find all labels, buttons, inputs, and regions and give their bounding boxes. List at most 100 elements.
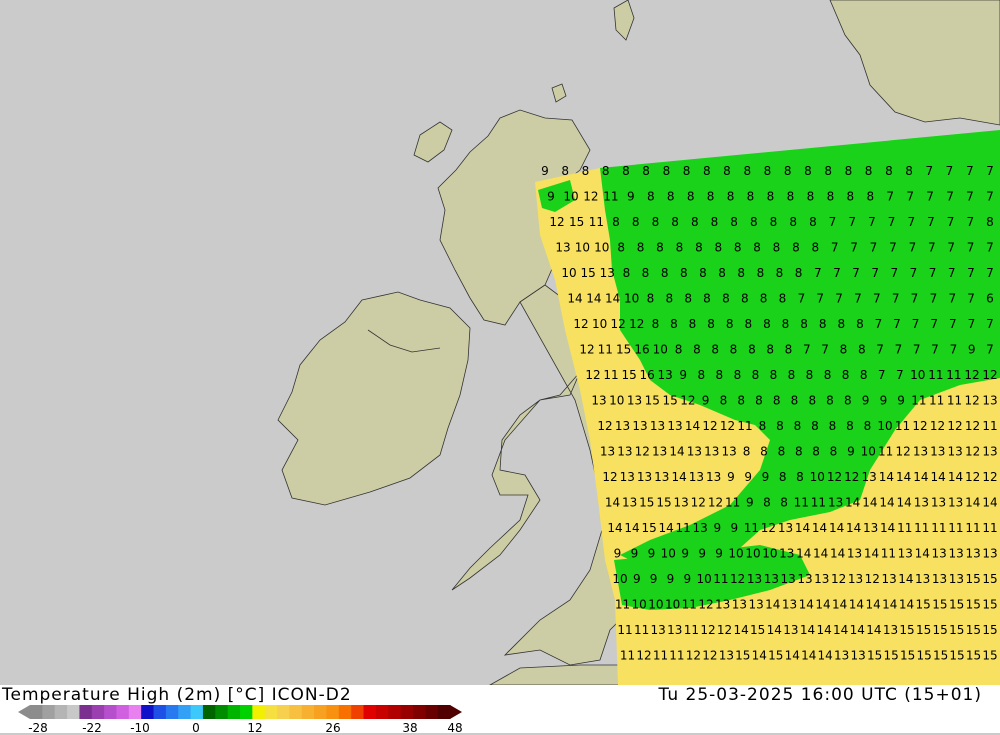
temperature-value: 11 <box>897 521 912 535</box>
temperature-value: 8 <box>789 215 797 229</box>
temperature-value: 15 <box>867 649 882 663</box>
temperature-value: 12 <box>930 419 945 433</box>
temperature-value: 15 <box>932 598 947 612</box>
temperature-value: 13 <box>881 572 896 586</box>
temperature-value: 11 <box>794 496 809 510</box>
scale-swatch <box>141 705 155 719</box>
temperature-value: 7 <box>967 292 975 306</box>
temperature-value: 9 <box>631 547 639 561</box>
temperature-value: 7 <box>949 317 957 331</box>
temperature-value: 15 <box>645 394 660 408</box>
temperature-value: 10 <box>648 598 663 612</box>
temperature-value: 14 <box>801 649 816 663</box>
scale-swatch <box>240 705 253 719</box>
temperature-value: 8 <box>703 164 711 178</box>
temperature-value: 8 <box>671 215 679 229</box>
temperature-value: 8 <box>796 470 804 484</box>
scale-swatch <box>388 705 402 719</box>
temperature-value: 8 <box>842 368 850 382</box>
temperature-value: 8 <box>722 292 730 306</box>
temperature-value: 8 <box>670 317 678 331</box>
temperature-value: 13 <box>706 470 721 484</box>
temperature-value: 8 <box>804 164 812 178</box>
scale-swatch <box>326 705 340 719</box>
temperature-value: 13 <box>781 572 796 586</box>
temperature-value: 8 <box>858 343 866 357</box>
temperature-value: 7 <box>928 241 936 255</box>
temperature-value: 8 <box>760 292 768 306</box>
temperature-value: 15 <box>982 572 997 586</box>
temperature-value: 9 <box>897 394 905 408</box>
temperature-value: 14 <box>685 419 700 433</box>
temperature-value: 10 <box>575 241 590 255</box>
temperature-value: 7 <box>986 266 994 280</box>
temperature-value: 14 <box>864 547 879 561</box>
temperature-value: 7 <box>821 343 829 357</box>
temperature-value: 12 <box>717 623 732 637</box>
temperature-value: 13 <box>620 470 635 484</box>
temperature-value: 13 <box>687 445 702 459</box>
temperature-value: 7 <box>947 241 955 255</box>
temperature-value: 14 <box>882 598 897 612</box>
temperature-value: 8 <box>730 215 738 229</box>
temperature-value: 13 <box>982 394 997 408</box>
temperature-value: 8 <box>791 394 799 408</box>
scale-swatch <box>42 705 56 719</box>
temperature-value: 13 <box>673 496 688 510</box>
temperature-value: 13 <box>949 572 964 586</box>
temperature-value: 14 <box>896 470 911 484</box>
temperature-value: 8 <box>689 317 697 331</box>
temperature-value: 10 <box>745 547 760 561</box>
scale-swatch <box>30 705 43 719</box>
temperature-value: 14 <box>845 496 860 510</box>
temperature-value: 13 <box>948 496 963 510</box>
temperature-value: 15 <box>916 623 931 637</box>
temperature-value: 7 <box>888 215 896 229</box>
scale-swatch <box>289 705 303 719</box>
scale-swatch <box>104 705 117 719</box>
temperature-value: 9 <box>702 394 710 408</box>
temperature-value: 8 <box>811 419 819 433</box>
scale-swatch <box>301 705 315 719</box>
temperature-value: 13 <box>764 572 779 586</box>
temperature-value: 11 <box>948 521 963 535</box>
temperature-value: 15 <box>966 623 981 637</box>
temperature-value: 11 <box>634 623 649 637</box>
temperature-value: 8 <box>767 190 775 204</box>
scale-swatch <box>54 705 68 719</box>
temperature-value: 15 <box>656 496 671 510</box>
temperature-value: 15 <box>883 649 898 663</box>
temperature-value: 13 <box>693 521 708 535</box>
temperature-value: 12 <box>686 649 701 663</box>
temperature-value: 13 <box>591 394 606 408</box>
temperature-value: 7 <box>886 190 894 204</box>
temperature-value: 8 <box>642 164 650 178</box>
temperature-value: 8 <box>744 317 752 331</box>
temperature-value: 14 <box>829 521 844 535</box>
temperature-value: 11 <box>914 521 929 535</box>
scale-swatch <box>264 705 278 719</box>
temperature-value: 8 <box>753 241 761 255</box>
temperature-value: 12 <box>635 445 650 459</box>
temperature-value: 7 <box>848 215 856 229</box>
temperature-value: 14 <box>948 470 963 484</box>
temperature-value: 8 <box>637 241 645 255</box>
temperature-value: 10 <box>861 445 876 459</box>
temperature-value: 14 <box>865 598 880 612</box>
temperature-value: 16 <box>639 368 654 382</box>
scale-swatch <box>128 705 142 719</box>
temperature-value: 12 <box>579 343 594 357</box>
temperature-value: 9 <box>715 547 723 561</box>
temperature-value: 14 <box>880 521 895 535</box>
temperature-value: 12 <box>895 445 910 459</box>
scale-swatch <box>190 705 204 719</box>
temperature-value: 7 <box>926 190 934 204</box>
temperature-value: 13 <box>778 521 793 535</box>
temperature-value: 12 <box>965 445 980 459</box>
temperature-value: 8 <box>764 164 772 178</box>
temperature-value: 7 <box>966 190 974 204</box>
temperature-value: 8 <box>807 190 815 204</box>
temperature-value: 14 <box>624 521 639 535</box>
temperature-value: 13 <box>689 470 704 484</box>
temperature-value: 8 <box>622 164 630 178</box>
